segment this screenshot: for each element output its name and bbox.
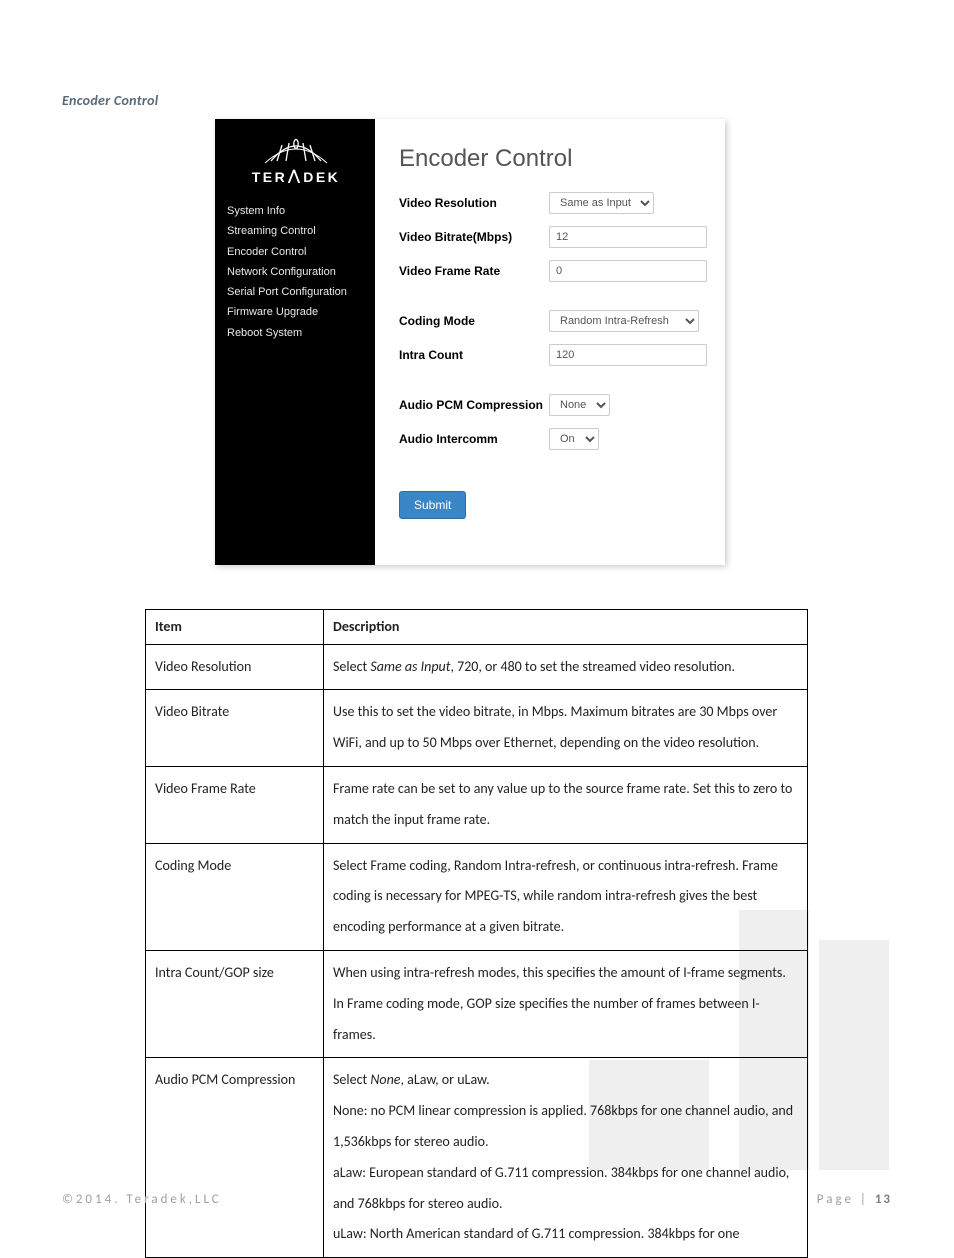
cell-item: Intra Count/GOP size bbox=[146, 950, 324, 1057]
submit-button[interactable]: Submit bbox=[399, 491, 466, 519]
sidebar-item-streaming-control[interactable]: Streaming Control bbox=[227, 221, 365, 241]
label-video-bitrate: Video Bitrate(Mbps) bbox=[399, 230, 549, 244]
cell-description: When using intra-refresh modes, this spe… bbox=[324, 950, 808, 1057]
sidebar-item-system-info[interactable]: System Info bbox=[227, 201, 365, 221]
footer-copyright: ©2014. Teradek,LLC bbox=[62, 1192, 222, 1207]
row-audio-pcm: Audio PCM Compression None bbox=[399, 393, 707, 417]
description-table: Item Description Video Resolution Select… bbox=[145, 609, 808, 1258]
input-video-bitrate[interactable] bbox=[549, 226, 707, 248]
label-video-framerate: Video Frame Rate bbox=[399, 264, 549, 278]
select-audio-pcm[interactable]: None bbox=[549, 394, 610, 416]
table-row: Coding Mode Select Frame coding, Random … bbox=[146, 843, 808, 950]
select-audio-intercomm[interactable]: On bbox=[549, 428, 599, 450]
label-intra-count: Intra Count bbox=[399, 348, 549, 362]
table-row: Audio PCM Compression Select None, aLaw,… bbox=[146, 1058, 808, 1258]
sidebar-item-network-configuration[interactable]: Network Configuration bbox=[227, 262, 365, 282]
row-video-resolution: Video Resolution Same as Input bbox=[399, 191, 707, 215]
cell-description: Select Frame coding, Random Intra-refres… bbox=[324, 843, 808, 950]
page-title: Encoder Control bbox=[399, 145, 707, 173]
table-row: Video Bitrate Use this to set the video … bbox=[146, 690, 808, 767]
select-coding-mode[interactable]: Random Intra-Refresh bbox=[549, 310, 699, 332]
label-audio-pcm: Audio PCM Compression bbox=[399, 398, 549, 412]
input-video-framerate[interactable] bbox=[549, 260, 707, 282]
logo-text: TER⋀DEK bbox=[227, 168, 365, 185]
section-title: Encoder Control bbox=[62, 92, 159, 109]
sidebar-item-reboot-system[interactable]: Reboot System bbox=[227, 323, 365, 343]
main-content: Encoder Control Video Resolution Same as… bbox=[375, 119, 725, 565]
label-video-resolution: Video Resolution bbox=[399, 196, 549, 210]
header-item: Item bbox=[146, 610, 324, 645]
row-video-bitrate: Video Bitrate(Mbps) bbox=[399, 225, 707, 249]
logo: TER⋀DEK bbox=[227, 137, 365, 185]
cell-description: Select None, aLaw, or uLaw. None: no PCM… bbox=[324, 1058, 808, 1258]
cell-item: Audio PCM Compression bbox=[146, 1058, 324, 1258]
row-intra-count: Intra Count bbox=[399, 343, 707, 367]
cell-description: Select Same as Input, 720, or 480 to set… bbox=[324, 644, 808, 690]
row-video-framerate: Video Frame Rate bbox=[399, 259, 707, 283]
table-header-row: Item Description bbox=[146, 610, 808, 645]
table-row: Video Frame Rate Frame rate can be set t… bbox=[146, 766, 808, 843]
input-intra-count[interactable] bbox=[549, 344, 707, 366]
header-description: Description bbox=[324, 610, 808, 645]
sidebar: TER⋀DEK System Info Streaming Control En… bbox=[215, 119, 375, 565]
row-audio-intercomm: Audio Intercomm On bbox=[399, 427, 707, 451]
sidebar-item-serial-port-configuration[interactable]: Serial Port Configuration bbox=[227, 282, 365, 302]
footer-page: Page | 13 bbox=[817, 1192, 892, 1207]
footer: ©2014. Teradek,LLC Page | 13 bbox=[62, 1192, 892, 1207]
cell-item: Video Frame Rate bbox=[146, 766, 324, 843]
table-row: Video Resolution Select Same as Input, 7… bbox=[146, 644, 808, 690]
select-video-resolution[interactable]: Same as Input bbox=[549, 192, 654, 214]
label-audio-intercomm: Audio Intercomm bbox=[399, 432, 549, 446]
table-row: Intra Count/GOP size When using intra-re… bbox=[146, 950, 808, 1057]
label-coding-mode: Coding Mode bbox=[399, 314, 549, 328]
cell-item: Coding Mode bbox=[146, 843, 324, 950]
sidebar-item-encoder-control[interactable]: Encoder Control bbox=[227, 242, 365, 262]
cell-item: Video Resolution bbox=[146, 644, 324, 690]
cell-description: Use this to set the video bitrate, in Mb… bbox=[324, 690, 808, 767]
app-panel: TER⋀DEK System Info Streaming Control En… bbox=[215, 119, 725, 565]
cell-item: Video Bitrate bbox=[146, 690, 324, 767]
row-coding-mode: Coding Mode Random Intra-Refresh bbox=[399, 309, 707, 333]
logo-graphic bbox=[251, 137, 341, 165]
cell-description: Frame rate can be set to any value up to… bbox=[324, 766, 808, 843]
sidebar-item-firmware-upgrade[interactable]: Firmware Upgrade bbox=[227, 302, 365, 322]
